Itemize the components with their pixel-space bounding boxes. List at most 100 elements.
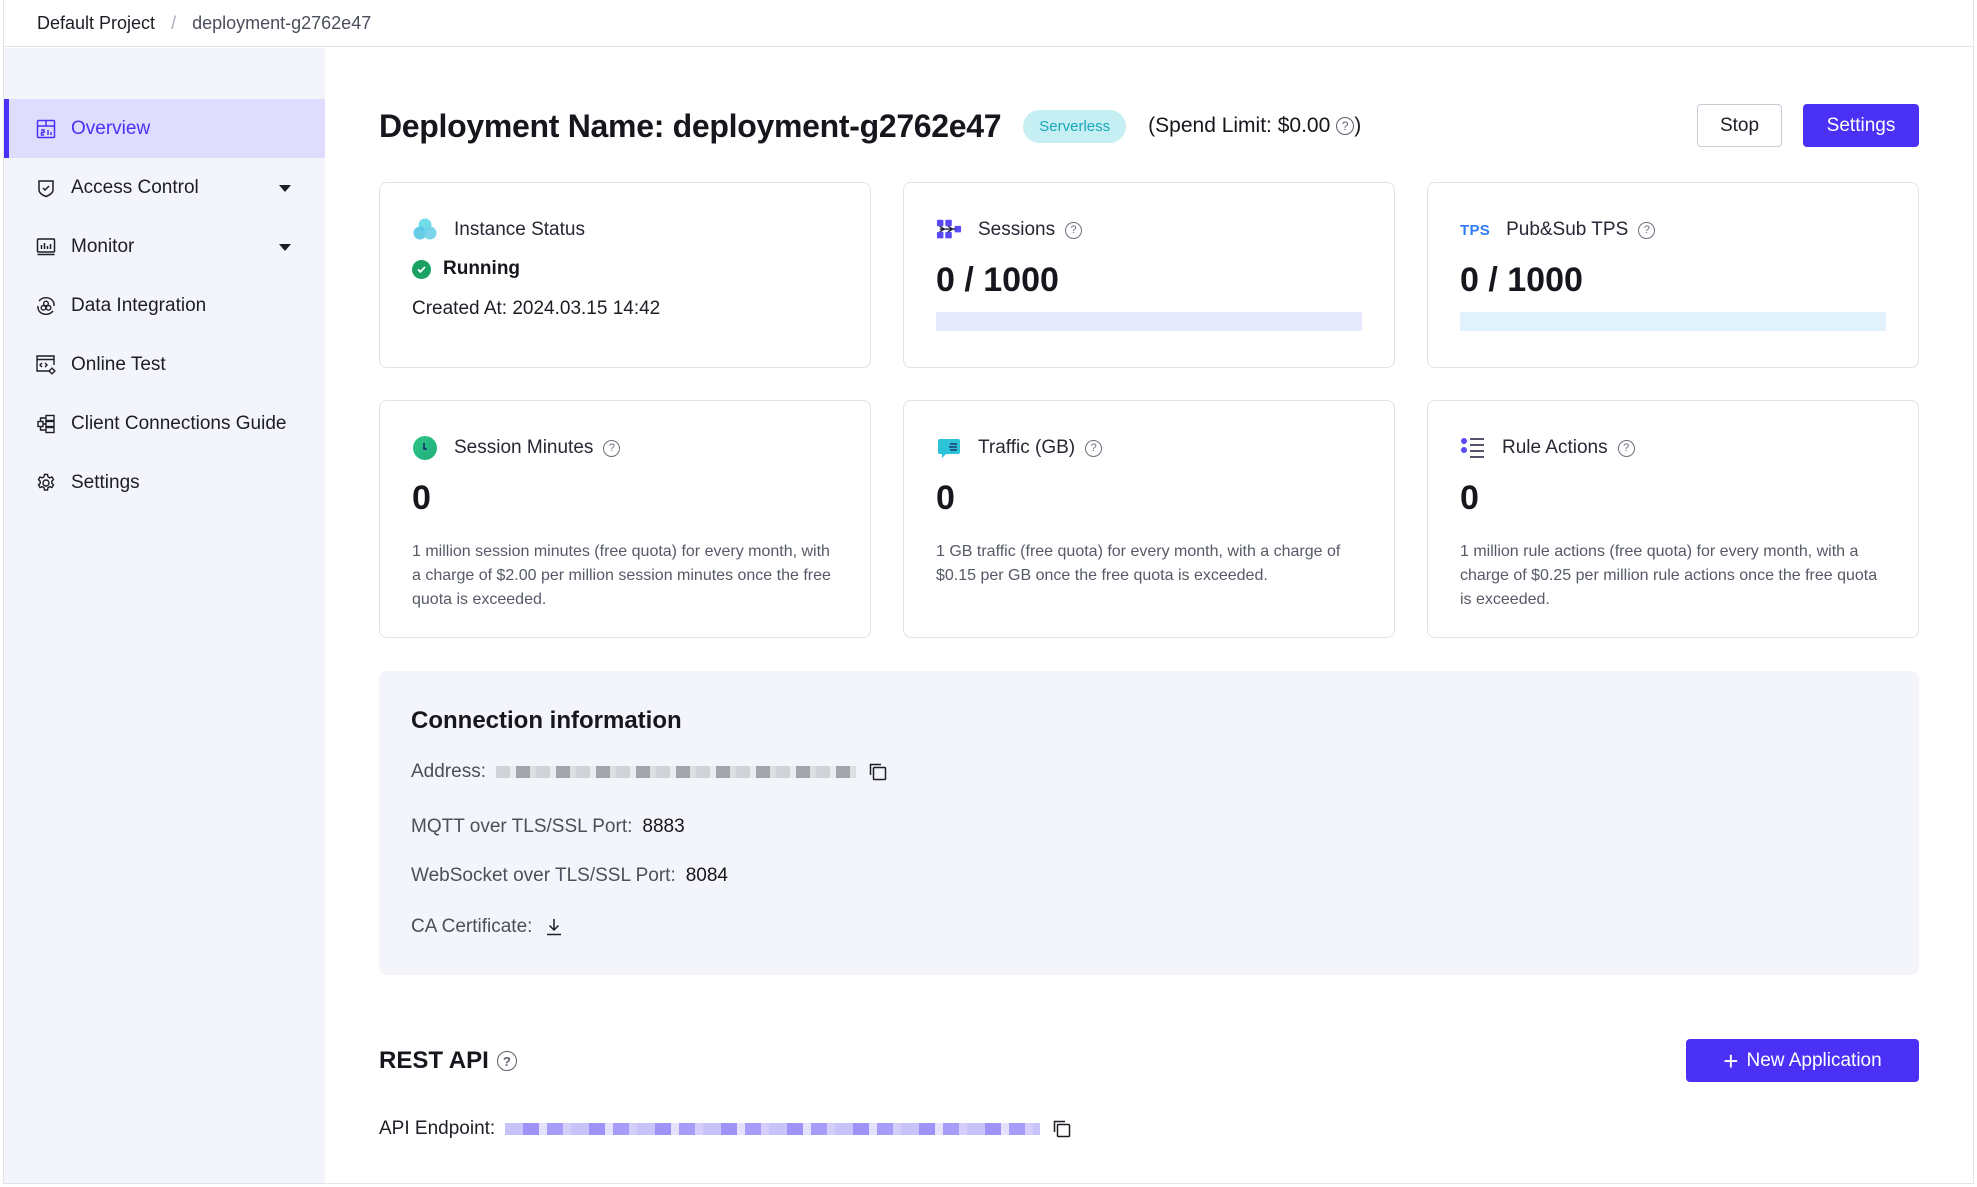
code-window-gear-icon bbox=[35, 354, 57, 376]
traffic-description: 1 GB traffic (free quota) for every mont… bbox=[936, 543, 1341, 584]
new-application-label: New Application bbox=[1746, 1049, 1882, 1071]
monitor-chart-icon bbox=[35, 236, 57, 258]
rule-actions-card: Rule Actions ? 0 1 million rule actions … bbox=[1427, 400, 1919, 638]
instance-cluster-icon bbox=[412, 217, 438, 243]
traffic-value: 0 bbox=[936, 479, 955, 517]
api-endpoint-value-redacted[interactable] bbox=[505, 1123, 1041, 1135]
card-header: Rule Actions ? bbox=[1460, 435, 1886, 461]
breadcrumb-current: deployment-g2762e47 bbox=[192, 12, 372, 33]
app-frame: Default Project / deployment-g2762e47 Ov… bbox=[3, 0, 1974, 1184]
sidebar-item-label: Online Test bbox=[71, 353, 166, 375]
address-row: Address: bbox=[411, 761, 888, 783]
check-circle-icon bbox=[412, 259, 431, 279]
page-title: Deployment Name: deployment-g2762e47 bbox=[379, 107, 1002, 144]
copy-icon[interactable] bbox=[868, 762, 888, 782]
instance-status-card: Instance Status Running Created At: 2024… bbox=[379, 182, 871, 368]
header-actions: Stop Settings bbox=[1697, 104, 1919, 147]
breadcrumb-separator: / bbox=[171, 12, 177, 33]
help-icon[interactable]: ? bbox=[603, 439, 621, 457]
sidebar-item-access-control[interactable]: Access Control bbox=[4, 158, 325, 217]
card-title: Traffic (GB) bbox=[978, 437, 1076, 458]
card-header: TPS Pub&Sub TPS ? bbox=[1460, 217, 1886, 243]
created-at: Created At: 2024.03.15 14:42 bbox=[412, 298, 661, 319]
api-endpoint-label: API Endpoint: bbox=[379, 1118, 496, 1139]
status-indicator: Running bbox=[412, 258, 838, 280]
card-title: Instance Status bbox=[454, 219, 585, 240]
sessions-icon bbox=[936, 217, 962, 243]
sessions-card: Sessions ? 0 / 1000 bbox=[903, 182, 1395, 368]
download-icon[interactable] bbox=[544, 917, 564, 937]
caret-down-icon[interactable] bbox=[279, 243, 291, 251]
card-title: Sessions bbox=[978, 219, 1056, 240]
spend-limit-close: ) bbox=[1354, 114, 1362, 137]
main-content: Deployment Name: deployment-g2762e47 Ser… bbox=[325, 48, 1973, 1183]
card-title: Rule Actions bbox=[1502, 437, 1608, 458]
tps-progress-bar bbox=[1460, 312, 1886, 331]
ca-certificate-label: CA Certificate: bbox=[411, 916, 533, 937]
card-title: Pub&Sub TPS bbox=[1506, 219, 1629, 240]
dashboard-icon bbox=[35, 118, 57, 140]
new-application-button[interactable]: + New Application bbox=[1686, 1039, 1919, 1082]
ca-certificate-row: CA Certificate: bbox=[411, 916, 564, 938]
mqtt-port-label: MQTT over TLS/SSL Port: bbox=[411, 816, 633, 837]
rest-api-title: REST API bbox=[379, 1047, 489, 1074]
address-label: Address: bbox=[411, 761, 486, 782]
copy-icon[interactable] bbox=[1052, 1119, 1072, 1139]
sidebar-item-client-connections-guide[interactable]: Client Connections Guide bbox=[4, 394, 325, 453]
card-header: Session Minutes ? bbox=[412, 435, 838, 461]
connection-info-title: Connection information bbox=[411, 707, 682, 734]
help-icon[interactable]: ? bbox=[1617, 439, 1635, 457]
session-minutes-card: Session Minutes ? 0 1 million session mi… bbox=[379, 400, 871, 638]
metrics-grid: Instance Status Running Created At: 2024… bbox=[379, 182, 1919, 638]
spend-limit-text: (Spend Limit: $0.00 bbox=[1148, 114, 1331, 137]
tps-value: 0 / 1000 bbox=[1460, 261, 1583, 299]
rule-actions-value: 0 bbox=[1460, 479, 1479, 517]
sidebar-item-online-test[interactable]: Online Test bbox=[4, 335, 325, 394]
spend-limit: (Spend Limit: $0.00 ? ) bbox=[1148, 114, 1361, 138]
sidebar-item-label: Data Integration bbox=[71, 294, 207, 316]
sidebar-item-label: Client Connections Guide bbox=[71, 412, 287, 434]
sidebar-item-label: Monitor bbox=[71, 235, 135, 257]
plus-icon: + bbox=[1723, 1045, 1739, 1076]
plan-badge: Serverless bbox=[1023, 109, 1127, 143]
traffic-card: Traffic (GB) ? 0 1 GB traffic (free quot… bbox=[903, 400, 1395, 638]
sessions-progress-bar bbox=[936, 312, 1362, 331]
sidebar-nav: Overview Access Control Monitor Data Int… bbox=[4, 99, 325, 512]
stop-button[interactable]: Stop bbox=[1697, 104, 1782, 147]
websocket-port-value: 8084 bbox=[685, 865, 729, 886]
settings-button[interactable]: Settings bbox=[1803, 104, 1919, 147]
sidebar-item-overview[interactable]: Overview bbox=[4, 99, 325, 158]
help-icon[interactable]: ? bbox=[1638, 221, 1656, 239]
breadcrumb-project-link[interactable]: Default Project bbox=[37, 13, 155, 34]
help-icon[interactable]: ? bbox=[496, 1051, 517, 1071]
card-title: Session Minutes bbox=[454, 437, 594, 458]
sidebar-item-monitor[interactable]: Monitor bbox=[4, 217, 325, 276]
card-header: Sessions ? bbox=[936, 217, 1362, 243]
sidebar-item-data-integration[interactable]: Data Integration bbox=[4, 276, 325, 335]
api-endpoint-row: API Endpoint: bbox=[379, 1118, 1072, 1140]
clock-icon bbox=[412, 435, 438, 461]
sessions-value: 0 / 1000 bbox=[936, 261, 1059, 299]
websocket-port-row: WebSocket over TLS/SSL Port: 8084 bbox=[411, 865, 728, 887]
mqtt-port-row: MQTT over TLS/SSL Port: 8883 bbox=[411, 816, 685, 838]
rest-api-heading: REST API ? bbox=[379, 1047, 517, 1075]
sidebar-item-settings[interactable]: Settings bbox=[4, 453, 325, 512]
help-icon[interactable]: ? bbox=[1065, 221, 1083, 239]
help-icon[interactable]: ? bbox=[1336, 117, 1355, 135]
connections-guide-icon bbox=[35, 413, 57, 435]
list-icon bbox=[1460, 435, 1486, 461]
caret-down-icon[interactable] bbox=[279, 184, 291, 192]
websocket-port-label: WebSocket over TLS/SSL Port: bbox=[411, 865, 676, 886]
gear-icon bbox=[35, 472, 57, 494]
status-text: Running bbox=[443, 258, 521, 279]
card-header: Traffic (GB) ? bbox=[936, 435, 1362, 461]
tps-icon: TPS bbox=[1460, 221, 1491, 239]
sidebar-item-label: Access Control bbox=[71, 176, 199, 198]
mqtt-port-value: 8883 bbox=[642, 816, 685, 837]
help-icon[interactable]: ? bbox=[1085, 439, 1103, 457]
sidebar-item-label: Settings bbox=[71, 471, 140, 493]
integration-icon bbox=[35, 295, 57, 317]
traffic-chat-icon bbox=[936, 435, 962, 461]
session-minutes-description: 1 million session minutes (free quota) f… bbox=[412, 543, 831, 608]
session-minutes-value: 0 bbox=[412, 479, 431, 517]
